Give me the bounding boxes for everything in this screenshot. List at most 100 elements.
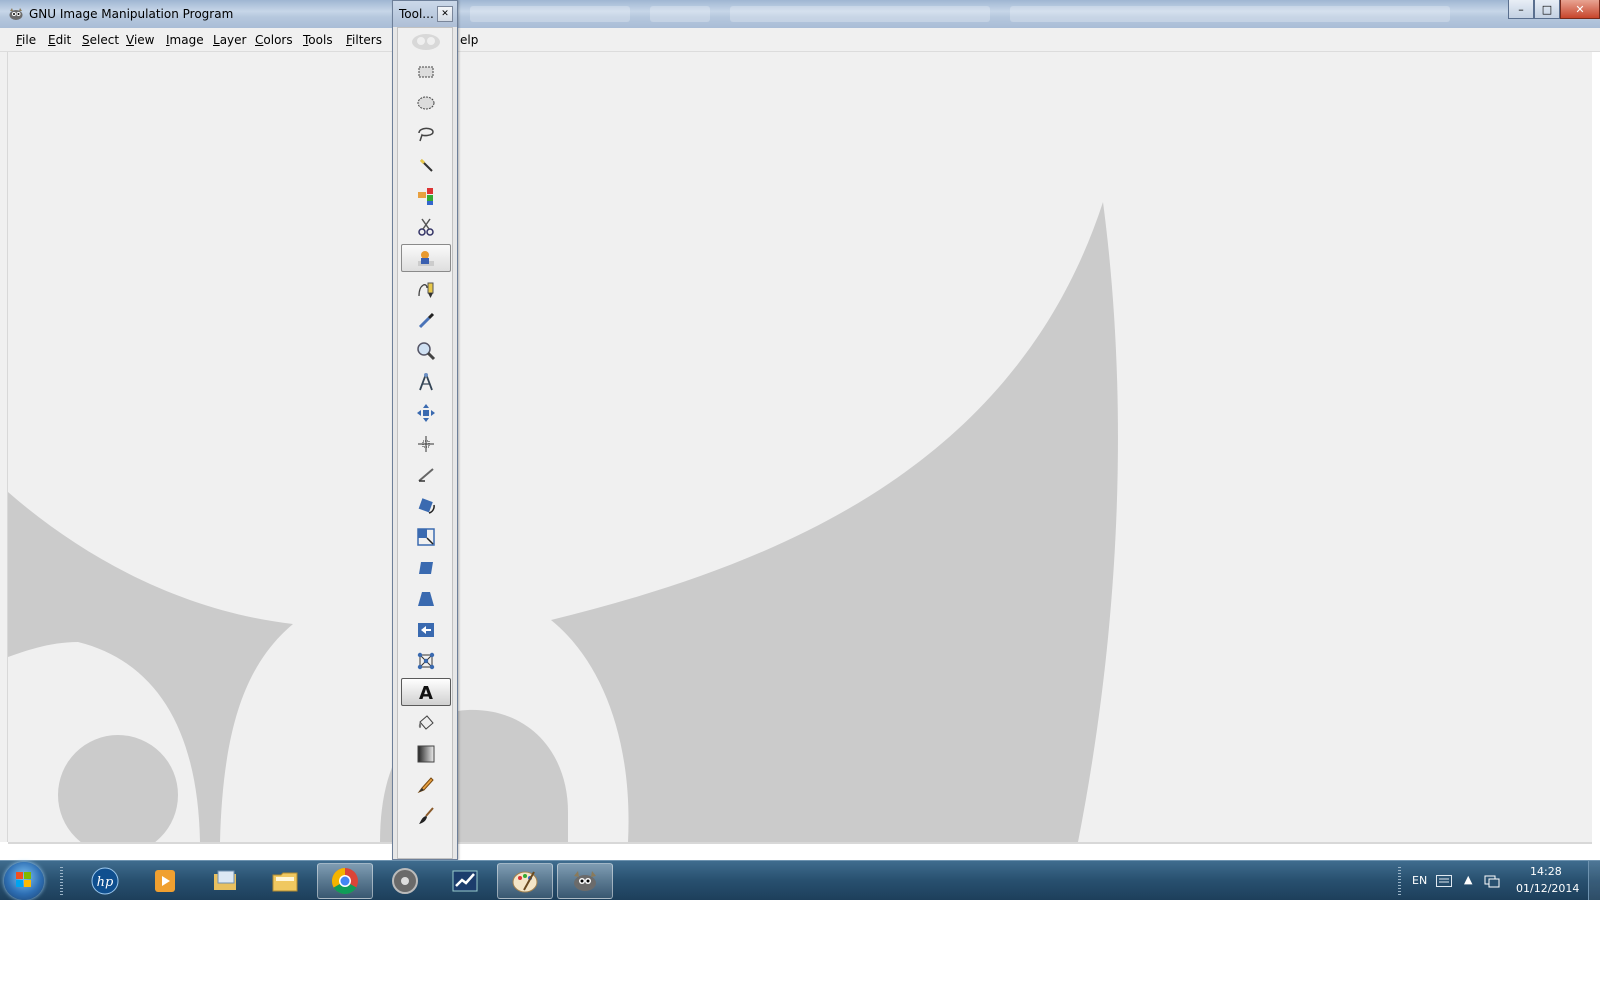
pencil-icon [417, 777, 434, 794]
menu-bar: File Edit Select View Image Layer Colors… [0, 28, 1600, 52]
taskbar-paint[interactable] [497, 863, 553, 899]
tool-free-select[interactable] [401, 120, 451, 148]
media-player-icon [155, 870, 175, 892]
gradient-icon [417, 745, 435, 763]
rect-select-icon [418, 66, 434, 78]
taskbar-stocks-app[interactable] [437, 863, 493, 899]
toolbox-titlebar[interactable]: Tool... ✕ [393, 1, 457, 27]
tool-foreground-select[interactable] [401, 244, 451, 272]
gear-disc-icon [392, 868, 418, 894]
show-desktop-button[interactable] [1588, 861, 1600, 901]
menu-tools[interactable]: Tools [303, 33, 333, 47]
start-button[interactable] [4, 862, 44, 900]
tool-pencil[interactable] [401, 771, 451, 799]
tool-perspective[interactable] [401, 585, 451, 613]
stock-chart-icon [452, 870, 478, 892]
tool-text[interactable]: A [401, 678, 451, 706]
menu-layer[interactable]: Layer [213, 33, 246, 47]
minimize-button[interactable]: – [1508, 0, 1534, 19]
tool-color-picker[interactable] [401, 306, 451, 334]
tool-bucket-fill[interactable] [401, 709, 451, 737]
tray-grip[interactable] [1398, 867, 1401, 895]
menu-help[interactable]: elp [460, 33, 478, 47]
scale-icon [417, 528, 435, 546]
tool-select-by-color[interactable] [401, 182, 451, 210]
tool-crop[interactable] [401, 461, 451, 489]
gimp-icon [9, 8, 23, 20]
gimp-wilber-icon [574, 871, 596, 891]
perspective-icon [418, 592, 434, 606]
folder-icon [272, 872, 298, 892]
toolbox-window[interactable]: Tool... ✕ A [392, 0, 458, 860]
background-tab-ghost [470, 6, 630, 22]
hp-logo-icon: hp [91, 867, 119, 895]
language-indicator[interactable]: EN [1412, 874, 1427, 887]
maximize-button[interactable]: □ [1534, 0, 1560, 19]
toolbox-title: Tool... [399, 7, 434, 21]
paintbrush-icon [419, 807, 434, 824]
taskbar-media-player[interactable] [137, 863, 193, 899]
cage-icon [417, 652, 435, 670]
taskbar-hp-support[interactable]: hp [77, 863, 133, 899]
tool-blend[interactable] [401, 740, 451, 768]
tool-rect-select[interactable] [401, 58, 451, 86]
tool-scale[interactable] [401, 523, 451, 551]
taskbar-gimp[interactable] [557, 863, 613, 899]
window-title: GNU Image Manipulation Program [29, 7, 234, 21]
network-icon[interactable] [1484, 873, 1500, 889]
tool-zoom[interactable] [401, 337, 451, 365]
menu-image[interactable]: Image [166, 33, 204, 47]
close-button[interactable]: ✕ [1560, 0, 1600, 19]
folder-window-icon [214, 870, 236, 890]
menu-select[interactable]: Select [82, 33, 119, 47]
paths-pen-icon [418, 282, 434, 298]
magnifier-icon [417, 342, 436, 361]
windows-taskbar: hp EN ▲ 14:28 01/12/2014 [0, 860, 1600, 901]
background-tab-ghost [730, 6, 990, 22]
flip-icon [418, 623, 434, 637]
taskbar-explorer-mail[interactable] [197, 863, 253, 899]
tool-rotate[interactable] [401, 492, 451, 520]
tool-flip[interactable] [401, 616, 451, 644]
color-select-icon [418, 188, 433, 205]
tool-paths[interactable] [401, 275, 451, 303]
background-tab-ghost [650, 6, 710, 22]
close-icon: ✕ [1575, 2, 1585, 16]
taskbar-grip[interactable] [60, 867, 63, 895]
tool-align[interactable] [401, 430, 451, 458]
taskbar-chrome[interactable] [317, 863, 373, 899]
tool-move[interactable] [401, 399, 451, 427]
empty-image-canvas[interactable] [8, 52, 1592, 842]
window-left-edge [0, 52, 8, 842]
clock-date[interactable]: 01/12/2014 [1516, 882, 1579, 895]
tool-ellipse-select[interactable] [401, 89, 451, 117]
foreground-select-icon [418, 251, 434, 266]
chrome-icon [331, 867, 358, 895]
wilber-drop-area-icon [412, 34, 440, 50]
toolbox-close-button[interactable]: ✕ [437, 6, 453, 22]
shear-icon [419, 562, 433, 574]
tool-fuzzy-select[interactable] [401, 151, 451, 179]
tool-scissors-select[interactable] [401, 213, 451, 241]
menu-view[interactable]: View [126, 33, 154, 47]
tool-measure[interactable] [401, 368, 451, 396]
taskbar-gimp-settings[interactable] [377, 863, 433, 899]
rotate-icon [418, 498, 435, 514]
window-titlebar[interactable]: GNU Image Manipulation Program – □ ✕ [0, 0, 1600, 28]
menu-edit[interactable]: Edit [48, 33, 71, 47]
toolbox-tools-panel: A [397, 27, 453, 859]
show-hidden-icons-chevron-icon[interactable]: ▲ [1464, 873, 1472, 886]
tool-paintbrush[interactable] [401, 802, 451, 830]
menu-colors[interactable]: Colors [255, 33, 293, 47]
menu-filters[interactable]: Filters [346, 33, 382, 47]
status-bar [8, 842, 1592, 844]
scissors-icon [418, 218, 434, 236]
menu-file[interactable]: File [16, 33, 36, 47]
clock-time[interactable]: 14:28 [1530, 865, 1562, 878]
windows-logo-icon [16, 872, 31, 887]
taskbar-file-explorer[interactable] [257, 863, 313, 899]
tool-shear[interactable] [401, 554, 451, 582]
tool-cage-transform[interactable] [401, 647, 451, 675]
keyboard-icon[interactable] [1436, 875, 1452, 887]
paint-palette-icon [512, 871, 538, 893]
